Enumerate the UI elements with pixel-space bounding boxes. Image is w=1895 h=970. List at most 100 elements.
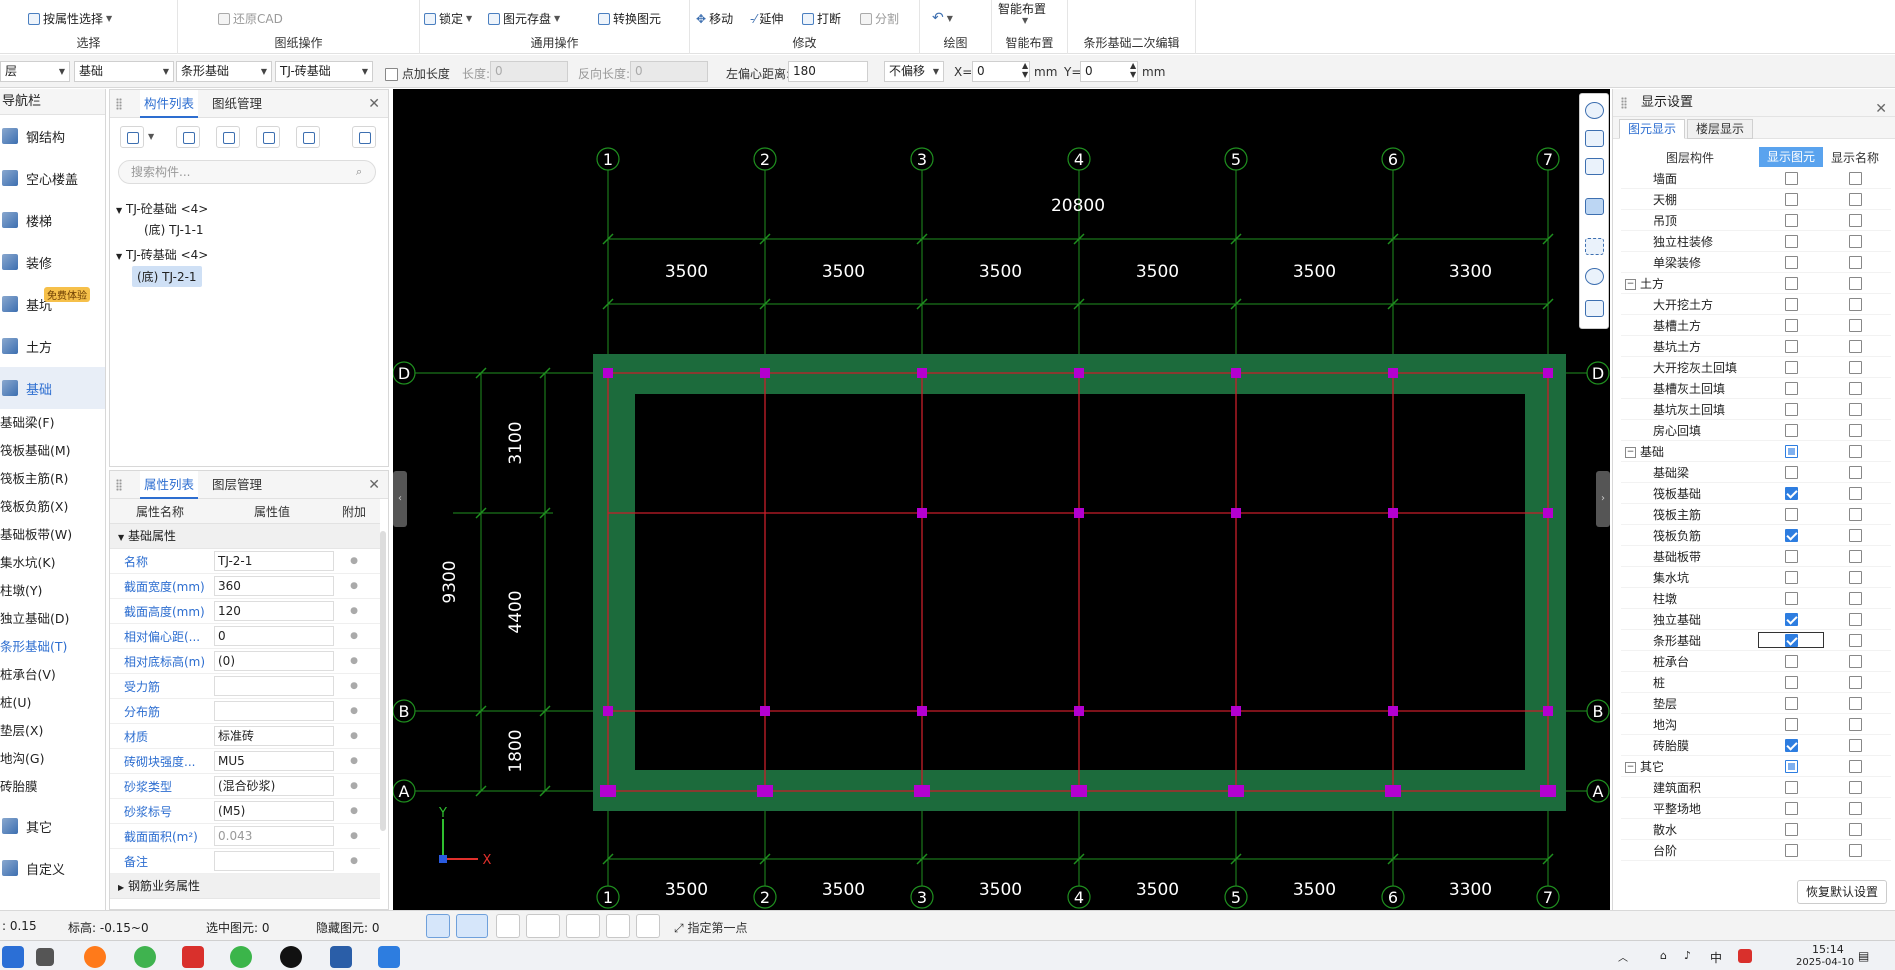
show-name-cell[interactable] (1823, 465, 1887, 479)
attach-checkbox[interactable]: ● (334, 706, 374, 716)
smart-layout-dropdown[interactable]: ▼ (1022, 16, 1028, 25)
nav-item[interactable]: 空心楼盖 (0, 157, 105, 199)
show-name-cell[interactable] (1823, 612, 1887, 626)
show-element-cell[interactable] (1759, 444, 1823, 458)
show-name-cell[interactable] (1823, 192, 1887, 206)
nav-subitem[interactable]: 独立基础(D) (0, 605, 105, 633)
attach-checkbox[interactable]: ● (334, 756, 374, 766)
snap-toggle[interactable] (456, 914, 488, 938)
offset-mode-combo[interactable]: 不偏移 ▼ (884, 61, 944, 82)
checkbox[interactable] (1784, 823, 1798, 836)
show-element-cell[interactable] (1759, 255, 1823, 269)
checkbox[interactable] (1848, 634, 1862, 647)
show-element-cell[interactable] (1759, 213, 1823, 227)
show-element-cell[interactable] (1759, 465, 1823, 479)
nav-subitem[interactable]: 桩承台(V) (0, 661, 105, 689)
checkbox[interactable] (1848, 214, 1862, 227)
nav-subitem[interactable]: 柱墩(Y) (0, 577, 105, 605)
show-element-cell[interactable] (1759, 381, 1823, 395)
checkbox[interactable] (1784, 445, 1798, 458)
ortho-toggle[interactable] (426, 914, 450, 938)
attach-checkbox[interactable]: ● (334, 681, 374, 691)
checkbox[interactable] (1784, 235, 1798, 248)
show-name-cell[interactable] (1823, 444, 1887, 458)
checkbox[interactable] (1784, 655, 1798, 668)
fullscreen-icon[interactable] (1585, 238, 1604, 255)
checkbox[interactable] (1784, 613, 1798, 626)
wps-icon[interactable] (182, 946, 204, 968)
property-value-input[interactable] (214, 701, 334, 721)
collapse-right-icon[interactable]: › (1596, 471, 1610, 527)
checkbox[interactable] (1848, 781, 1862, 794)
show-name-cell[interactable] (1823, 213, 1887, 227)
show-name-cell[interactable] (1823, 675, 1887, 689)
scrollbar[interactable] (380, 531, 386, 831)
ime-indicator[interactable]: 中 (1710, 949, 1722, 966)
checkbox[interactable] (1784, 466, 1798, 479)
checkbox[interactable] (1848, 319, 1862, 332)
show-name-cell[interactable] (1823, 717, 1887, 731)
cad-drawing[interactable]: 1 1 2 2 3 3 4 4 5 5 6 6 7 7 D D B B A A 20800 3500 3500 3500 350… (393, 89, 1610, 910)
layer-copy-button[interactable] (296, 126, 320, 148)
lock-button[interactable]: 锁定 ▼ (424, 10, 472, 27)
checkbox[interactable] (1784, 424, 1798, 437)
checkbox[interactable] (1848, 424, 1862, 437)
attach-checkbox[interactable]: ● (334, 606, 374, 616)
property-value-input[interactable]: 120 (214, 601, 334, 621)
show-name-cell[interactable] (1823, 570, 1887, 584)
drawing-canvas[interactable]: 1 1 2 2 3 3 4 4 5 5 6 6 7 7 D D B B A A 20800 3500 3500 3500 350… (393, 89, 1610, 910)
move-button[interactable]: ✥ 移动 (696, 10, 733, 27)
show-name-cell[interactable] (1823, 780, 1887, 794)
nav-subitem[interactable]: 条形基础(T) (0, 633, 105, 661)
show-name-cell[interactable] (1823, 801, 1887, 815)
length-input[interactable]: 0 (490, 61, 568, 82)
checkbox[interactable] (1784, 697, 1798, 710)
tab-drawing-manage[interactable]: 图纸管理 (208, 90, 266, 118)
checkbox[interactable] (1848, 592, 1862, 605)
tray-app-icon[interactable] (1738, 949, 1752, 963)
show-element-cell[interactable] (1759, 486, 1823, 500)
checkbox[interactable] (1784, 319, 1798, 332)
checkbox[interactable] (1848, 529, 1862, 542)
attach-checkbox[interactable]: ● (334, 731, 374, 741)
checkbox[interactable] (1784, 382, 1798, 395)
select-by-property-button[interactable]: 按属性选择 ▼ (28, 10, 112, 27)
checkbox[interactable] (1848, 844, 1862, 857)
drag-handle-icon[interactable] (116, 479, 122, 491)
attach-checkbox[interactable]: ● (334, 556, 374, 566)
show-element-cell[interactable] (1759, 717, 1823, 731)
checkbox[interactable] (1848, 403, 1862, 416)
checkbox[interactable] (1848, 655, 1862, 668)
show-element-cell[interactable] (1759, 591, 1823, 605)
attach-checkbox[interactable]: ● (334, 856, 374, 866)
clock-time[interactable]: 15:14 (1812, 943, 1844, 956)
show-element-cell[interactable] (1759, 360, 1823, 374)
property-value-input[interactable]: 0.043 (214, 826, 334, 846)
property-value-input[interactable]: MU5 (214, 751, 334, 771)
display-element-icon[interactable] (1585, 268, 1604, 285)
orbit-icon[interactable] (1585, 102, 1604, 119)
settings-list-icon[interactable] (1585, 300, 1604, 317)
attach-checkbox[interactable]: ● (334, 581, 374, 591)
nav-subitem[interactable]: 桩(U) (0, 689, 105, 717)
nav-item[interactable]: 楼梯 (0, 199, 105, 241)
show-name-cell[interactable] (1823, 381, 1887, 395)
new-component-button[interactable] (120, 126, 144, 148)
checkbox[interactable] (1848, 760, 1862, 773)
wechat-icon[interactable] (230, 946, 252, 968)
dimension-toggle[interactable] (566, 914, 600, 938)
arc-toggle[interactable] (636, 914, 660, 938)
show-name-cell[interactable] (1823, 843, 1887, 857)
checkbox[interactable] (1784, 634, 1798, 647)
checkbox[interactable] (1848, 508, 1862, 521)
show-name-cell[interactable] (1823, 402, 1887, 416)
show-element-cell[interactable] (1759, 276, 1823, 290)
volume-icon[interactable]: ♪ (1684, 949, 1691, 962)
property-value-input[interactable]: 0 (214, 626, 334, 646)
show-name-cell[interactable] (1823, 339, 1887, 353)
tab-component-list[interactable]: 构件列表 (140, 90, 199, 118)
show-name-cell[interactable] (1823, 591, 1887, 605)
start-icon[interactable] (2, 946, 24, 968)
checkbox[interactable] (1848, 235, 1862, 248)
checkbox[interactable] (1848, 739, 1862, 752)
